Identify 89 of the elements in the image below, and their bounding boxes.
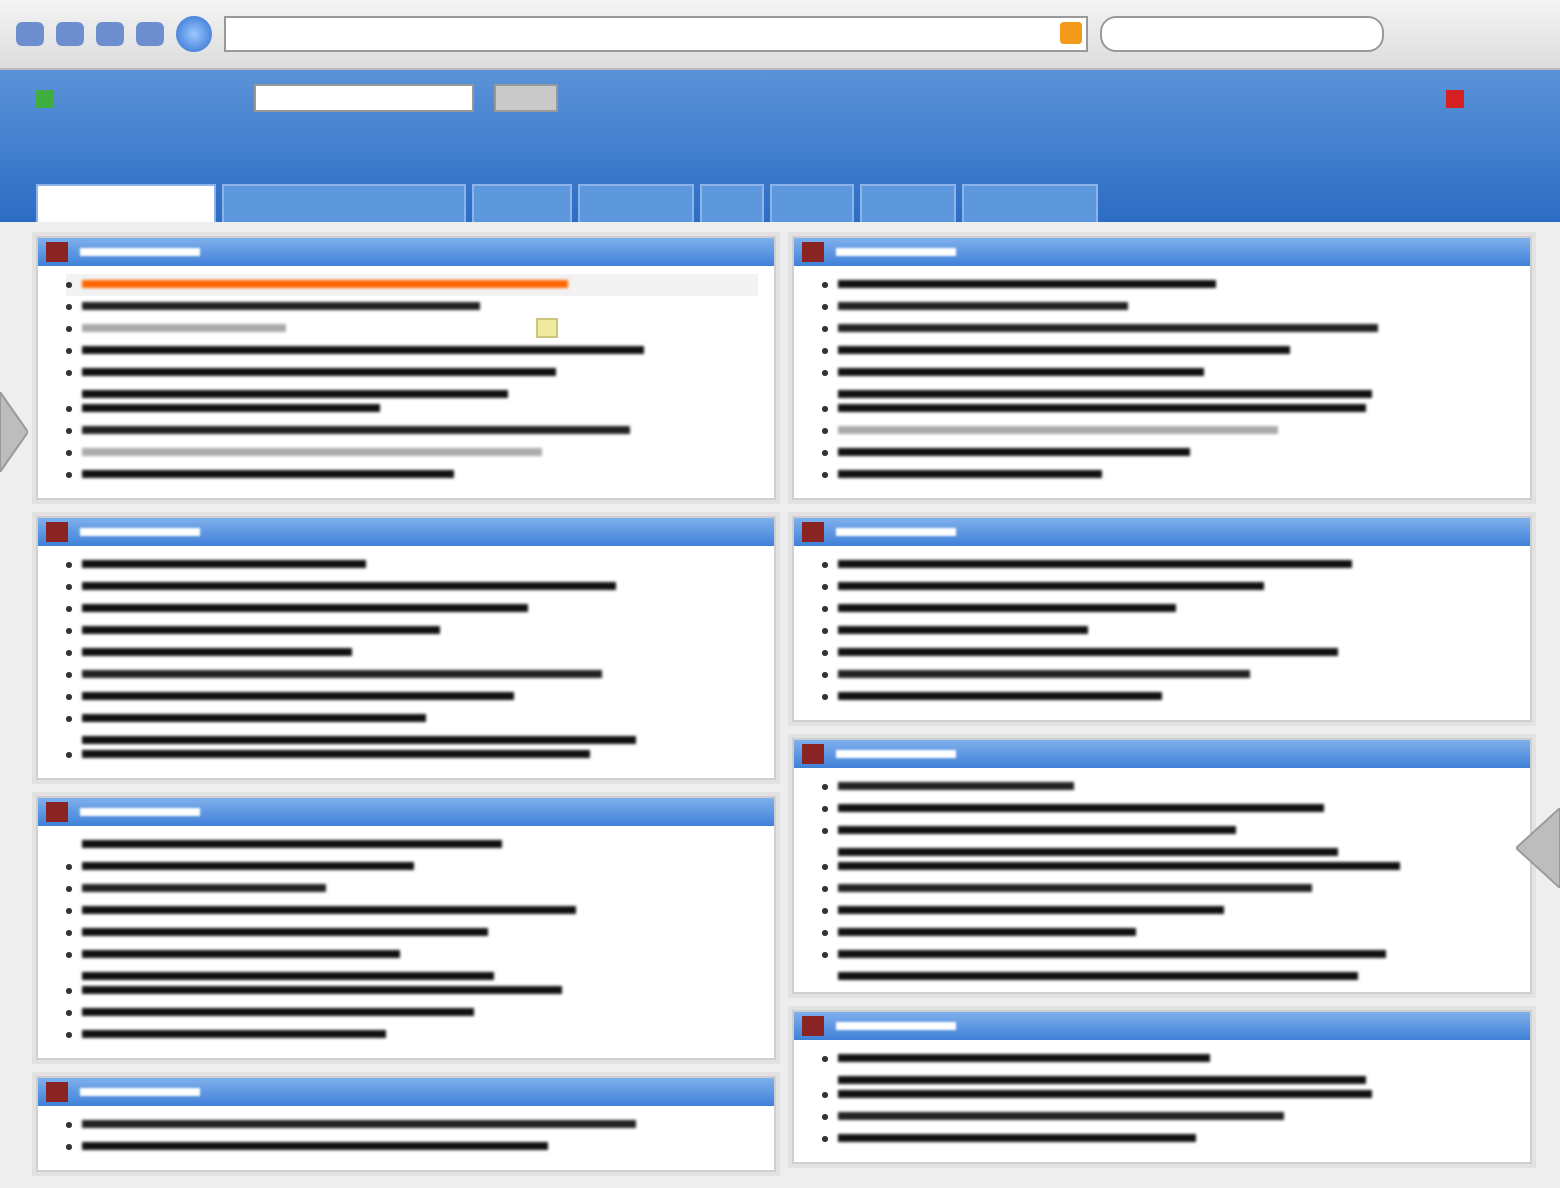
blurred-title[interactable] (836, 750, 956, 758)
tab[interactable] (472, 184, 572, 222)
panel-icon (802, 242, 824, 262)
bullet-icon (822, 806, 828, 812)
bullet-icon (822, 672, 828, 678)
tab[interactable] (962, 184, 1098, 222)
blurred-title[interactable] (80, 808, 200, 816)
bullet-icon (66, 908, 72, 914)
bullet-icon (822, 650, 828, 656)
bullet-icon (822, 828, 828, 834)
blurred-title[interactable] (836, 248, 956, 256)
bullet-icon (66, 694, 72, 700)
bullet-icon (822, 1114, 828, 1120)
tab[interactable] (700, 184, 764, 222)
bullet-icon (66, 472, 72, 478)
note-icon[interactable] (536, 318, 558, 338)
bullet-icon (822, 562, 828, 568)
bullet-icon (822, 784, 828, 790)
bullet-icon (66, 864, 72, 870)
bullet-icon (822, 348, 828, 354)
panel-icon (802, 1016, 824, 1036)
bullet-icon (66, 716, 72, 722)
bullet-icon (822, 1092, 828, 1098)
bullet-icon (66, 628, 72, 634)
bullet-icon (822, 406, 828, 412)
bullet-icon (66, 1032, 72, 1038)
bullet-icon (822, 326, 828, 332)
panel-icon (46, 1082, 68, 1102)
bullet-icon (822, 886, 828, 892)
bullet-icon (66, 606, 72, 612)
bullet-icon (66, 348, 72, 354)
previous-arrow-icon[interactable] (0, 392, 28, 472)
blurred-title[interactable] (836, 1022, 956, 1030)
bullet-icon (822, 472, 828, 478)
panel-icon (46, 802, 68, 822)
bullet-icon (822, 1136, 828, 1142)
bullet-icon (822, 952, 828, 958)
bullet-icon (66, 1144, 72, 1150)
bullet-icon (66, 370, 72, 376)
bullet-icon (822, 606, 828, 612)
bullet-icon (66, 304, 72, 310)
bullet-icon (822, 930, 828, 936)
bullet-icon (822, 864, 828, 870)
address-field[interactable] (224, 16, 1088, 52)
bullet-icon (66, 450, 72, 456)
bullet-icon (822, 628, 828, 634)
bullet-icon (822, 282, 828, 288)
bullet-icon (66, 930, 72, 936)
bullet-icon (66, 672, 72, 678)
bullet-icon (822, 450, 828, 456)
blurred-title[interactable] (836, 528, 956, 536)
bullet-icon (66, 406, 72, 412)
bullet-icon (66, 952, 72, 958)
next-arrow-icon[interactable] (1516, 808, 1560, 888)
bullet-icon (66, 1010, 72, 1016)
bullet-icon (66, 1122, 72, 1128)
globe-icon[interactable] (176, 16, 212, 52)
bullet-icon (66, 282, 72, 288)
bullet-icon (822, 370, 828, 376)
search-field[interactable] (1100, 16, 1384, 52)
bullet-icon (822, 1056, 828, 1062)
bullet-icon (66, 326, 72, 332)
tab[interactable] (578, 184, 694, 222)
bullet-icon (66, 428, 72, 434)
tab[interactable] (222, 184, 466, 222)
bullet-icon (66, 584, 72, 590)
bullet-icon (822, 908, 828, 914)
blurred-title[interactable] (80, 1088, 200, 1096)
tab[interactable] (770, 184, 854, 222)
bullet-icon (66, 752, 72, 758)
bullet-icon (822, 694, 828, 700)
panel-icon (46, 522, 68, 542)
bullet-icon (66, 886, 72, 892)
panel-icon (46, 242, 68, 262)
bullet-icon (822, 428, 828, 434)
bullet-icon (66, 562, 72, 568)
highlighted-row[interactable] (66, 274, 758, 296)
panel-icon (802, 744, 824, 764)
tab[interactable] (860, 184, 956, 222)
blurred-title[interactable] (80, 248, 200, 256)
blurred-title[interactable] (80, 528, 200, 536)
bullet-icon (822, 304, 828, 310)
panel-icon (802, 522, 824, 542)
go-button[interactable] (494, 84, 558, 112)
bullet-icon (66, 988, 72, 994)
input-field[interactable] (254, 84, 474, 112)
bullet-icon (822, 584, 828, 590)
bullet-icon (66, 650, 72, 656)
tab[interactable] (36, 184, 216, 222)
